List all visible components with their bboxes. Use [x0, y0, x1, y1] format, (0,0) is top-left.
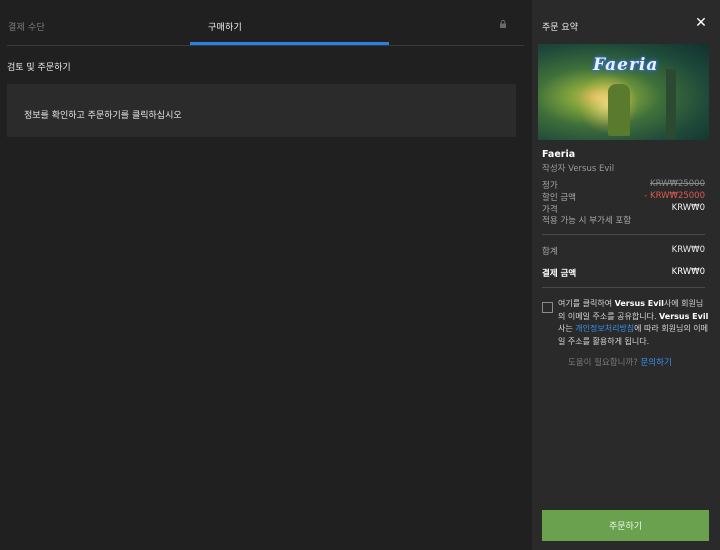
game-cover-image: Faeria — [538, 44, 709, 140]
info-box: 정보를 확인하고 주문하기를 클릭하십시오 — [7, 84, 516, 137]
price-value: KRW₩25000 — [650, 179, 705, 189]
total-label: 합계 — [542, 247, 558, 257]
payment-amount-value: KRW₩0 — [671, 267, 705, 277]
discount-value: - KRW₩25000 — [644, 191, 705, 201]
tab-payment-method[interactable]: 결제 수단 — [8, 20, 45, 33]
game-logo: Faeria — [593, 55, 659, 75]
price-label: 정가 — [542, 181, 558, 191]
consent-text-1: 여기를 클릭하여 — [558, 299, 615, 308]
contact-link[interactable]: 문의하기 — [640, 358, 671, 368]
active-tab-indicator — [190, 42, 389, 45]
tax-note: 적용 가능 시 부가세 포함 — [542, 216, 632, 226]
help-question: 도움이 필요합니까? — [568, 358, 641, 368]
price-row: 정가 KRW₩25000 — [542, 179, 705, 191]
total-value: KRW₩0 — [671, 245, 705, 255]
lock-icon — [500, 19, 506, 28]
consent-company-1: Versus Evil — [614, 299, 664, 308]
total-row: 합계 KRW₩0 — [542, 245, 705, 257]
privacy-policy-link[interactable]: 개인정보처리방침 — [575, 324, 634, 333]
payment-amount-label: 결제 금액 — [542, 269, 577, 279]
final-price-value: KRW₩0 — [671, 203, 705, 213]
consent-text-3: 사는 — [558, 324, 576, 333]
divider — [542, 234, 705, 235]
review-section-title: 검토 및 주문하기 — [7, 63, 71, 73]
email-share-consent: 여기를 클릭하여 Versus Evil사에 회원님의 이메일 주소를 공유합니… — [558, 298, 710, 348]
order-summary-panel: 주문 요약 ✕ Faeria Faeria 작성자 Versus Evil 정가… — [532, 0, 720, 550]
publisher: 작성자 Versus Evil — [542, 164, 615, 174]
payment-amount-row: 결제 금액 KRW₩0 — [542, 267, 705, 279]
divider — [542, 287, 705, 288]
help-text: 도움이 필요합니까? 문의하기 — [568, 356, 672, 368]
place-order-button[interactable]: 주문하기 — [542, 510, 709, 541]
order-summary-title: 주문 요약 — [542, 23, 578, 33]
checkout-tabs: 결제 수단 구매하기 — [7, 0, 524, 46]
discount-label: 할인 금액 — [542, 193, 576, 203]
checkout-main-panel: 결제 수단 구매하기 검토 및 주문하기 정보를 확인하고 주문하기를 클릭하십… — [0, 0, 532, 550]
cover-tree — [666, 69, 676, 139]
close-icon[interactable]: ✕ — [694, 16, 708, 30]
email-share-checkbox[interactable] — [542, 302, 553, 313]
info-message: 정보를 확인하고 주문하기를 클릭하십시오 — [24, 111, 182, 121]
game-title: Faeria — [542, 149, 576, 160]
cover-figure — [608, 84, 630, 136]
discount-row: 할인 금액 - KRW₩25000 — [542, 191, 705, 203]
tab-purchase[interactable]: 구매하기 — [208, 20, 242, 33]
consent-company-2: Versus Evil — [659, 311, 709, 321]
